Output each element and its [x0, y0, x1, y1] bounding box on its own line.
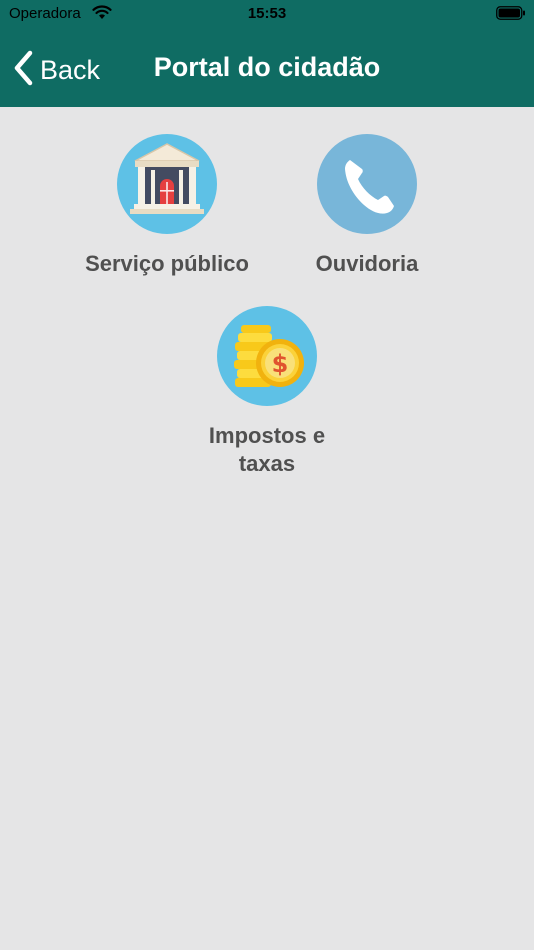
- tile-impostos-taxas[interactable]: $ Impostos e taxas: [167, 306, 367, 478]
- status-time: 15:53: [247, 5, 287, 22]
- page-title: Portal do cidadão: [153, 52, 381, 82]
- battery-icon: [496, 6, 526, 24]
- status-bar: Operadora 15:53: [0, 0, 534, 28]
- phone-icon: [317, 134, 417, 234]
- tile-ouvidoria-label: Ouvidoria: [315, 251, 419, 276]
- tile-impostos-taxas-label: Impostos e taxas: [208, 423, 326, 476]
- svg-text:$: $: [272, 350, 289, 378]
- tile-servico-publico-label: Serviço público: [85, 251, 249, 276]
- content-area: Serviço público Ouvidoria $ Impostos e t…: [0, 107, 534, 950]
- tile-servico-publico[interactable]: Serviço público: [67, 134, 267, 278]
- tile-ouvidoria[interactable]: Ouvidoria: [267, 134, 467, 278]
- coins-icon: $: [217, 306, 317, 406]
- bank-icon: [117, 134, 217, 234]
- header: Operadora 15:53 Back Portal do cidadão: [0, 0, 534, 107]
